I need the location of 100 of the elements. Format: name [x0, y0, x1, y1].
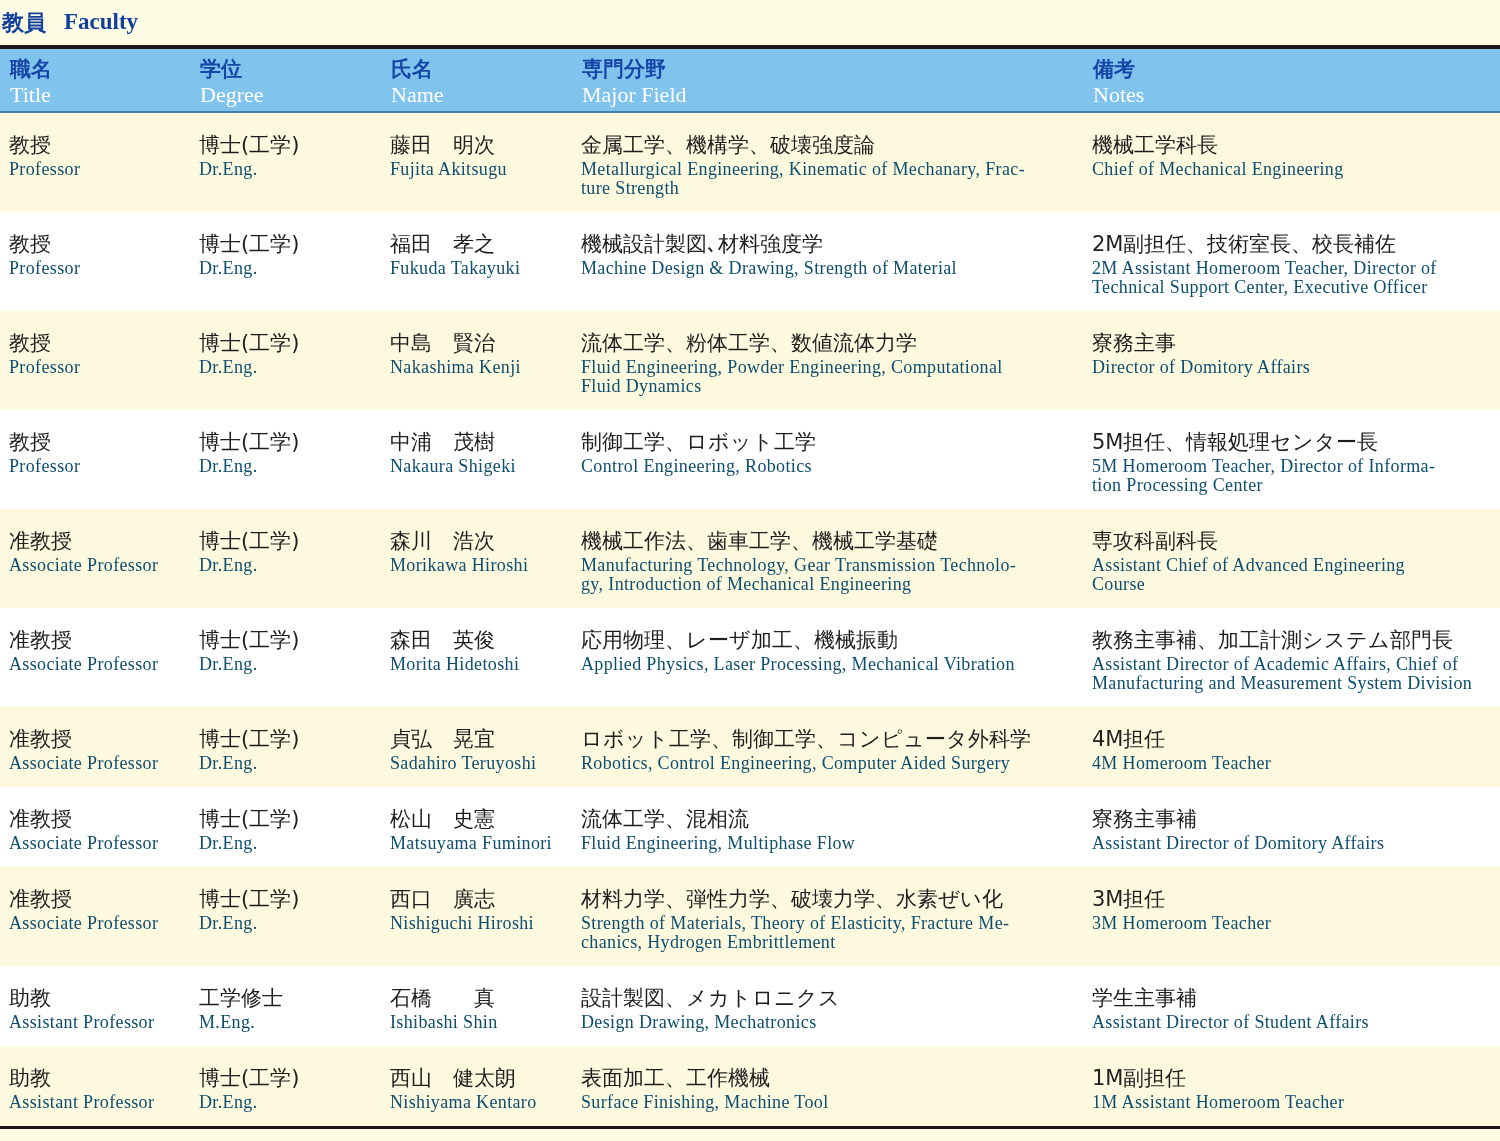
cell-text: 中島 賢治	[390, 330, 495, 357]
cell-text: 金属工学、機構学、破壊強度論	[581, 132, 875, 159]
cell-text: 5M Homeroom Teacher, Director of Informa- tion Processing Center	[1092, 457, 1437, 495]
cell-text: 松山 史憲	[390, 806, 495, 833]
cell-text: 設計製図、メカトロニクス	[581, 985, 840, 1012]
cell-text: 博士(工学)	[199, 231, 300, 258]
cell-text: Dr.Eng.	[199, 358, 258, 377]
cell-text: 博士(工学)	[199, 528, 300, 555]
cell-text: Chief of Mechanical Engineering	[1092, 160, 1345, 179]
cell-text: Dr.Eng.	[199, 556, 258, 575]
cell-text: 博士(工学)	[199, 806, 300, 833]
cell-text: 教務主事補、加工計測システム部門長	[1092, 627, 1453, 654]
cell-text: 応用物理、レーザ加工、機械振動	[581, 627, 898, 654]
cell-text: 2M Assistant Homeroom Teacher, Director of Technical Support Center, Executive Officer	[1092, 259, 1438, 297]
cell-text: 准教授	[9, 627, 72, 654]
column-header: 氏名	[391, 56, 433, 83]
cell-text: 1M副担任	[1092, 1065, 1187, 1092]
cell-text: Assistant Director of Domitory Affairs	[1092, 834, 1386, 853]
cell-text: 5M担任、情報処理センター長	[1092, 429, 1379, 456]
cell-text: Assistant Director of Student Affairs	[1092, 1013, 1370, 1032]
cell-text: 藤田 明次	[390, 132, 495, 159]
page-title: Faculty	[64, 8, 139, 37]
cell-text: 准教授	[9, 806, 72, 833]
cell-text: 寮務主事補	[1092, 806, 1197, 833]
cell-text: 流体工学、混相流	[581, 806, 749, 833]
cell-text: Associate Professor	[9, 655, 159, 674]
cell-text: 1M Assistant Homeroom Teacher	[1092, 1093, 1346, 1112]
cell-text: ロボット工学、制御工学、コンピュータ外科学	[581, 726, 1031, 753]
cell-text: 工学修士	[199, 985, 283, 1012]
cell-text: Assistant Professor	[9, 1013, 155, 1032]
cell-text: Design Drawing, Mechatronics	[581, 1013, 818, 1032]
cell-text: 教授	[9, 231, 51, 258]
cell-text: Sadahiro Teruyoshi	[390, 754, 537, 773]
cell-text: 機械設計製図､材料強度学	[581, 231, 823, 258]
cell-text: Matsuyama Fuminori	[390, 834, 552, 853]
cell-text: Nakashima Kenji	[390, 358, 521, 377]
cell-text: 石橋 真	[390, 985, 495, 1012]
cell-text: 西口 廣志	[390, 886, 495, 913]
cell-text: Metallurgical Engineering, Kinematic of Mechanary, Frac- ture Strength	[581, 160, 1026, 198]
cell-text: 寮務主事	[1092, 330, 1176, 357]
column-header: Major Field	[582, 83, 687, 107]
column-header: 職名	[10, 56, 52, 83]
cell-text: 准教授	[9, 886, 72, 913]
cell-text: 教授	[9, 132, 51, 159]
cell-text: Fujita Akitsugu	[390, 160, 507, 179]
cell-text: Robotics, Control Engineering, Computer Aided Surgery	[581, 754, 1012, 773]
cell-text: Dr.Eng.	[199, 834, 258, 853]
cell-text: Professor	[9, 358, 81, 377]
cell-text: Dr.Eng.	[199, 754, 258, 773]
cell-text: Fluid Engineering, Multiphase Flow	[581, 834, 857, 853]
cell-text: Applied Physics, Laser Processing, Mechanical Vibration	[581, 655, 1016, 674]
cell-text: 博士(工学)	[199, 886, 300, 913]
cell-text: 森田 英俊	[390, 627, 495, 654]
cell-text: 流体工学、粉体工学、数値流体力学	[581, 330, 917, 357]
cell-text: 学生主事補	[1092, 985, 1197, 1012]
cell-text: 西山 健太朗	[390, 1065, 516, 1092]
cell-text: Associate Professor	[9, 754, 159, 773]
cell-text: 制御工学、ロボット工学	[581, 429, 816, 456]
cell-text: Surface Finishing, Machine Tool	[581, 1093, 830, 1112]
cell-text: Dr.Eng.	[199, 457, 258, 476]
column-header: 専門分野	[582, 56, 666, 83]
cell-text: Machine Design & Drawing, Strength of Material	[581, 259, 958, 278]
cell-text: 博士(工学)	[199, 132, 300, 159]
cell-text: Manufacturing Technology, Gear Transmission Technolo- gy, Introduction of Mechanical Engineering	[581, 556, 1018, 594]
cell-text: 博士(工学)	[199, 330, 300, 357]
cell-text: Fluid Engineering, Powder Engineering, Computational Fluid Dynamics	[581, 358, 1004, 396]
cell-text: M.Eng.	[199, 1013, 256, 1032]
cell-text: Dr.Eng.	[199, 160, 258, 179]
cell-text: 4M Homeroom Teacher	[1092, 754, 1273, 773]
cell-text: Associate Professor	[9, 556, 159, 575]
cell-text: Professor	[9, 457, 81, 476]
cell-text: 機械工学科長	[1092, 132, 1218, 159]
column-header: Title	[10, 83, 51, 107]
cell-text: 専攻科副科長	[1092, 528, 1218, 555]
cell-text: Morita Hidetoshi	[390, 655, 520, 674]
cell-text: 4M担任	[1092, 726, 1166, 753]
cell-text: 准教授	[9, 726, 72, 753]
cell-text: Dr.Eng.	[199, 1093, 258, 1112]
cell-text: Assistant Chief of Advanced Engineering Course	[1092, 556, 1406, 594]
cell-text: 中浦 茂樹	[390, 429, 495, 456]
cell-text: Ishibashi Shin	[390, 1013, 498, 1032]
cell-text: 博士(工学)	[199, 429, 300, 456]
cell-text: 3M担任	[1092, 886, 1166, 913]
cell-text: Dr.Eng.	[199, 259, 258, 278]
column-header: Name	[391, 83, 444, 107]
cell-text: 教授	[9, 429, 51, 456]
page-title: 教員	[2, 9, 46, 37]
cell-text: Associate Professor	[9, 914, 159, 933]
cell-text: Nakaura Shigeki	[390, 457, 516, 476]
cell-text: Assistant Director of Academic Affairs, Chief of Manufacturing and Measurement System Division	[1092, 655, 1474, 693]
cell-text: 福田 孝之	[390, 231, 495, 258]
cell-text: 表面加工、工作機械	[581, 1065, 770, 1092]
column-header: 学位	[200, 56, 242, 83]
cell-text: 貞弘 晃宜	[390, 726, 495, 753]
cell-text: 博士(工学)	[199, 1065, 300, 1092]
cell-text: 博士(工学)	[199, 726, 300, 753]
cell-text: Associate Professor	[9, 834, 159, 853]
cell-text: 2M副担任、技術室長、校長補佐	[1092, 231, 1397, 258]
cell-text: Professor	[9, 259, 81, 278]
cell-text: Morikawa Hiroshi	[390, 556, 529, 575]
